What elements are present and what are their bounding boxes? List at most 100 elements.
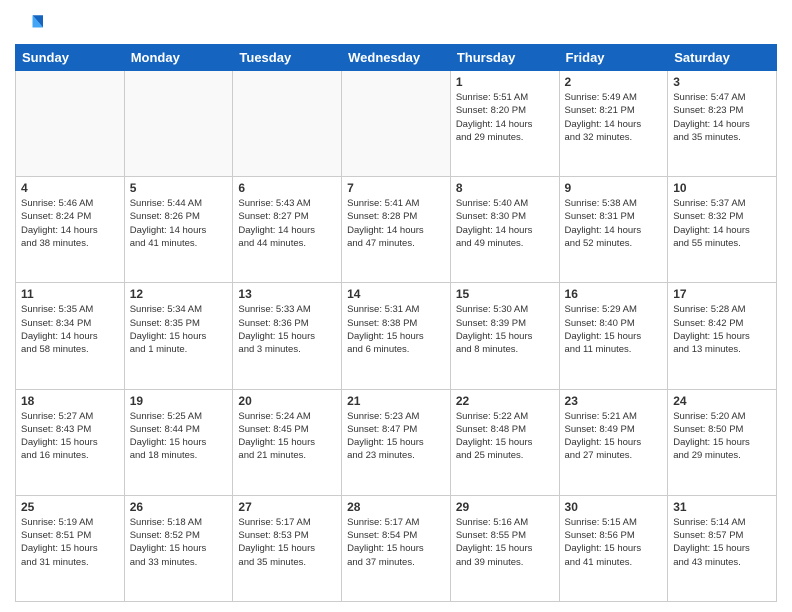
table-row: 29 Sunrise: 5:16 AMSunset: 8:55 PMDayligh… [450, 495, 559, 601]
table-row: 17 Sunrise: 5:28 AMSunset: 8:42 PMDayligh… [668, 283, 777, 389]
day-info: Sunrise: 5:21 AMSunset: 8:49 PMDaylight:… [565, 410, 663, 463]
day-number: 3 [673, 75, 771, 89]
header-monday: Monday [124, 45, 233, 71]
calendar-week-row: 25 Sunrise: 5:19 AMSunset: 8:51 PMDayligh… [16, 495, 777, 601]
table-row: 15 Sunrise: 5:30 AMSunset: 8:39 PMDayligh… [450, 283, 559, 389]
day-number: 14 [347, 287, 445, 301]
day-number: 16 [565, 287, 663, 301]
table-row: 6 Sunrise: 5:43 AMSunset: 8:27 PMDaylight… [233, 177, 342, 283]
day-info: Sunrise: 5:33 AMSunset: 8:36 PMDaylight:… [238, 303, 336, 356]
table-row: 24 Sunrise: 5:20 AMSunset: 8:50 PMDayligh… [668, 389, 777, 495]
day-info: Sunrise: 5:25 AMSunset: 8:44 PMDaylight:… [130, 410, 228, 463]
table-row: 12Sunrise: 5:34 AMSunset: 8:35 PMDayligh… [124, 283, 233, 389]
day-number: 1 [456, 75, 554, 89]
day-info: Sunrise: 5:27 AMSunset: 8:43 PMDaylight:… [21, 410, 119, 463]
table-row: 8 Sunrise: 5:40 AMSunset: 8:30 PMDaylight… [450, 177, 559, 283]
table-row: 19 Sunrise: 5:25 AMSunset: 8:44 PMDayligh… [124, 389, 233, 495]
day-number: 20 [238, 394, 336, 408]
day-info: Sunrise: 5:15 AMSunset: 8:56 PMDaylight:… [565, 516, 663, 569]
calendar-week-row: 18 Sunrise: 5:27 AMSunset: 8:43 PMDayligh… [16, 389, 777, 495]
day-info: Sunrise: 5:30 AMSunset: 8:39 PMDaylight:… [456, 303, 554, 356]
day-number: 31 [673, 500, 771, 514]
header-thursday: Thursday [450, 45, 559, 71]
header-saturday: Saturday [668, 45, 777, 71]
table-row: 7 Sunrise: 5:41 AMSunset: 8:28 PMDaylight… [342, 177, 451, 283]
day-info: Sunrise: 5:41 AMSunset: 8:28 PMDaylight:… [347, 197, 445, 250]
day-number: 7 [347, 181, 445, 195]
day-number: 26 [130, 500, 228, 514]
day-number: 4 [21, 181, 119, 195]
day-info: Sunrise: 5:47 AMSunset: 8:23 PMDaylight:… [673, 91, 771, 144]
day-number: 18 [21, 394, 119, 408]
calendar-table: Sunday Monday Tuesday Wednesday Thursday… [15, 44, 777, 602]
table-row [233, 71, 342, 177]
table-row: 28 Sunrise: 5:17 AMSunset: 8:54 PMDayligh… [342, 495, 451, 601]
table-row: 13Sunrise: 5:33 AMSunset: 8:36 PMDayligh… [233, 283, 342, 389]
day-info: Sunrise: 5:23 AMSunset: 8:47 PMDaylight:… [347, 410, 445, 463]
day-info: Sunrise: 5:28 AMSunset: 8:42 PMDaylight:… [673, 303, 771, 356]
day-number: 15 [456, 287, 554, 301]
table-row [16, 71, 125, 177]
day-info: Sunrise: 5:29 AMSunset: 8:40 PMDaylight:… [565, 303, 663, 356]
day-number: 24 [673, 394, 771, 408]
day-number: 19 [130, 394, 228, 408]
day-info: Sunrise: 5:17 AMSunset: 8:54 PMDaylight:… [347, 516, 445, 569]
table-row: 27Sunrise: 5:17 AMSunset: 8:53 PMDayligh… [233, 495, 342, 601]
day-number: 6 [238, 181, 336, 195]
day-number: 2 [565, 75, 663, 89]
day-number: 17 [673, 287, 771, 301]
table-row: 11Sunrise: 5:35 AMSunset: 8:34 PMDayligh… [16, 283, 125, 389]
table-row: 1 Sunrise: 5:51 AMSunset: 8:20 PMDaylight… [450, 71, 559, 177]
table-row: 10Sunrise: 5:37 AMSunset: 8:32 PMDayligh… [668, 177, 777, 283]
day-number: 30 [565, 500, 663, 514]
day-info: Sunrise: 5:38 AMSunset: 8:31 PMDaylight:… [565, 197, 663, 250]
table-row: 5 Sunrise: 5:44 AMSunset: 8:26 PMDaylight… [124, 177, 233, 283]
table-row: 31 Sunrise: 5:14 AMSunset: 8:57 PMDayligh… [668, 495, 777, 601]
day-info: Sunrise: 5:51 AMSunset: 8:20 PMDaylight:… [456, 91, 554, 144]
day-info: Sunrise: 5:44 AMSunset: 8:26 PMDaylight:… [130, 197, 228, 250]
table-row: 25 Sunrise: 5:19 AMSunset: 8:51 PMDayligh… [16, 495, 125, 601]
calendar-week-row: 4 Sunrise: 5:46 AMSunset: 8:24 PMDaylight… [16, 177, 777, 283]
day-info: Sunrise: 5:40 AMSunset: 8:30 PMDaylight:… [456, 197, 554, 250]
day-number: 25 [21, 500, 119, 514]
day-info: Sunrise: 5:19 AMSunset: 8:51 PMDaylight:… [21, 516, 119, 569]
day-info: Sunrise: 5:37 AMSunset: 8:32 PMDaylight:… [673, 197, 771, 250]
calendar-week-row: 11Sunrise: 5:35 AMSunset: 8:34 PMDayligh… [16, 283, 777, 389]
table-row: 20 Sunrise: 5:24 AMSunset: 8:45 PMDayligh… [233, 389, 342, 495]
day-number: 8 [456, 181, 554, 195]
day-number: 21 [347, 394, 445, 408]
table-row: 21 Sunrise: 5:23 AMSunset: 8:47 PMDayligh… [342, 389, 451, 495]
table-row: 4 Sunrise: 5:46 AMSunset: 8:24 PMDaylight… [16, 177, 125, 283]
table-row [124, 71, 233, 177]
page: Sunday Monday Tuesday Wednesday Thursday… [0, 0, 792, 612]
day-number: 28 [347, 500, 445, 514]
day-info: Sunrise: 5:17 AMSunset: 8:53 PMDaylight:… [238, 516, 336, 569]
table-row: 3 Sunrise: 5:47 AMSunset: 8:23 PMDaylight… [668, 71, 777, 177]
day-number: 29 [456, 500, 554, 514]
table-row: 18 Sunrise: 5:27 AMSunset: 8:43 PMDayligh… [16, 389, 125, 495]
table-row: 16 Sunrise: 5:29 AMSunset: 8:40 PMDayligh… [559, 283, 668, 389]
header-tuesday: Tuesday [233, 45, 342, 71]
table-row: 9 Sunrise: 5:38 AMSunset: 8:31 PMDaylight… [559, 177, 668, 283]
day-number: 9 [565, 181, 663, 195]
day-number: 11 [21, 287, 119, 301]
day-number: 23 [565, 394, 663, 408]
calendar-week-row: 1 Sunrise: 5:51 AMSunset: 8:20 PMDaylight… [16, 71, 777, 177]
table-row: 23 Sunrise: 5:21 AMSunset: 8:49 PMDayligh… [559, 389, 668, 495]
day-info: Sunrise: 5:31 AMSunset: 8:38 PMDaylight:… [347, 303, 445, 356]
day-info: Sunrise: 5:24 AMSunset: 8:45 PMDaylight:… [238, 410, 336, 463]
day-info: Sunrise: 5:14 AMSunset: 8:57 PMDaylight:… [673, 516, 771, 569]
day-number: 5 [130, 181, 228, 195]
day-info: Sunrise: 5:22 AMSunset: 8:48 PMDaylight:… [456, 410, 554, 463]
day-info: Sunrise: 5:16 AMSunset: 8:55 PMDaylight:… [456, 516, 554, 569]
logo-icon [15, 10, 43, 38]
day-info: Sunrise: 5:43 AMSunset: 8:27 PMDaylight:… [238, 197, 336, 250]
header-wednesday: Wednesday [342, 45, 451, 71]
table-row [342, 71, 451, 177]
header-sunday: Sunday [16, 45, 125, 71]
day-number: 22 [456, 394, 554, 408]
table-row: 26Sunrise: 5:18 AMSunset: 8:52 PMDayligh… [124, 495, 233, 601]
table-row: 2Sunrise: 5:49 AMSunset: 8:21 PMDaylight… [559, 71, 668, 177]
day-info: Sunrise: 5:46 AMSunset: 8:24 PMDaylight:… [21, 197, 119, 250]
day-info: Sunrise: 5:20 AMSunset: 8:50 PMDaylight:… [673, 410, 771, 463]
